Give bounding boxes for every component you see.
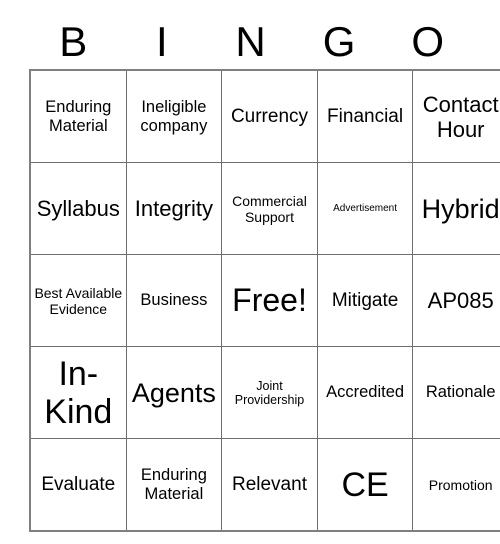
- bingo-cell-label: Joint Providership: [234, 378, 305, 407]
- bingo-cell-label: CE: [341, 465, 389, 504]
- bingo-cell-label: Accredited: [326, 383, 405, 401]
- bingo-cell[interactable]: Promotion: [412, 438, 500, 532]
- bingo-cell-label: Ineligible company: [140, 97, 208, 135]
- bingo-cell-label: Relevant: [231, 473, 307, 495]
- bingo-card: B I N G O Enduring Material Ineligible c…: [29, 14, 500, 532]
- bingo-cell-label: Integrity: [134, 196, 214, 221]
- bingo-cell[interactable]: Agents: [125, 346, 223, 439]
- bingo-cell-label: Commercial Support: [232, 192, 307, 225]
- bingo-cell[interactable]: AP085: [412, 254, 500, 347]
- bingo-cell-label: Advertisement: [333, 202, 398, 214]
- bingo-cell[interactable]: Integrity: [125, 162, 223, 255]
- bingo-cell-label: Enduring Material: [140, 465, 207, 503]
- bingo-grid: Enduring Material Ineligible company Cur…: [29, 69, 500, 532]
- bingo-cell[interactable]: Advertisement: [316, 162, 414, 255]
- bingo-cell-label: In-Kind: [44, 354, 113, 431]
- bingo-header-letter-g: G: [322, 17, 356, 65]
- bingo-cell-label: Agents: [131, 377, 216, 408]
- bingo-cell[interactable]: Syllabus: [29, 162, 127, 255]
- bingo-cell-label: Enduring Material: [45, 97, 112, 135]
- bingo-cell[interactable]: In-Kind: [29, 346, 127, 439]
- bingo-cell[interactable]: Relevant: [221, 438, 318, 532]
- bingo-cell-label: Business: [140, 291, 208, 309]
- bingo-cell[interactable]: Commercial Support: [221, 162, 318, 255]
- bingo-cell-label: Best Available Evidence: [34, 284, 123, 317]
- bingo-cell-label: Mitigate: [331, 289, 399, 311]
- bingo-cell[interactable]: Currency: [221, 69, 318, 163]
- bingo-cell[interactable]: Ineligible company: [125, 69, 223, 163]
- bingo-row: Syllabus Integrity Commercial Support Ad…: [29, 162, 500, 255]
- bingo-cell[interactable]: Enduring Material: [29, 69, 127, 163]
- bingo-cell-label: Currency: [230, 105, 309, 127]
- bingo-header-letter-o: O: [411, 17, 444, 65]
- bingo-row: Best Available Evidence Business Free! M…: [29, 254, 500, 347]
- bingo-cell[interactable]: Financial: [316, 69, 414, 163]
- bingo-row: In-Kind Agents Joint Providership Accred…: [29, 346, 500, 439]
- bingo-cell[interactable]: Contact Hour: [412, 69, 500, 163]
- bingo-cell[interactable]: CE: [316, 438, 414, 532]
- bingo-cell-label: Evaluate: [41, 473, 116, 495]
- bingo-cell-label: Promotion: [428, 476, 493, 493]
- bingo-cell[interactable]: Business: [125, 254, 223, 347]
- bingo-cell[interactable]: Joint Providership: [221, 346, 318, 439]
- bingo-header-letter-b: B: [59, 17, 88, 65]
- bingo-cell[interactable]: Hybrid: [412, 162, 500, 255]
- bingo-row: Evaluate Enduring Material Relevant CE P…: [29, 438, 500, 532]
- bingo-cell[interactable]: Mitigate: [316, 254, 414, 347]
- bingo-header-row: B I N G O: [29, 14, 472, 69]
- bingo-cell[interactable]: Enduring Material: [125, 438, 223, 532]
- bingo-cell-label: Hybrid: [421, 193, 500, 224]
- bingo-free-space-label: Free!: [232, 282, 307, 318]
- bingo-cell[interactable]: Accredited: [316, 346, 414, 439]
- bingo-cell-label: Rationale: [425, 383, 496, 401]
- bingo-cell[interactable]: Rationale: [412, 346, 500, 439]
- bingo-row: Enduring Material Ineligible company Cur…: [29, 69, 500, 163]
- bingo-cell-label: Financial: [327, 105, 404, 127]
- bingo-cell[interactable]: Evaluate: [29, 438, 127, 532]
- bingo-cell[interactable]: Best Available Evidence: [29, 254, 127, 347]
- bingo-cell-label: Syllabus: [36, 196, 120, 221]
- bingo-header-letter-i: I: [156, 17, 168, 65]
- bingo-cell-free[interactable]: Free!: [221, 254, 318, 347]
- bingo-header-letter-n: N: [235, 17, 266, 65]
- bingo-cell-label: Contact Hour: [422, 91, 499, 142]
- bingo-cell-label: AP085: [427, 288, 494, 313]
